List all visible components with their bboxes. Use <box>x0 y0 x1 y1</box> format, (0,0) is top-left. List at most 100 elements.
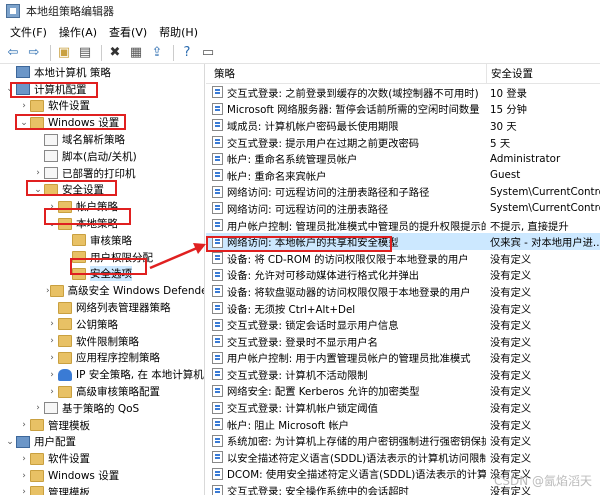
table-row[interactable]: 设备: 无须按 Ctrl+Alt+Del 没有定义 <box>206 300 600 317</box>
tree-node-label: 安全设置 <box>62 184 104 197</box>
table-row[interactable]: 用户帐户控制: 管理员批准模式中管理员的提升权限提示的... 不提示, 直接提升 <box>206 217 600 234</box>
collapsed-chevron-icon[interactable]: › <box>46 370 58 380</box>
expanded-chevron-icon[interactable]: ⌄ <box>4 437 16 447</box>
tree-node-label: 本地策略 <box>76 218 118 231</box>
export-list-icon[interactable]: ⇪ <box>148 44 166 62</box>
menu-file[interactable]: 文件(F) <box>4 24 53 40</box>
policy-cell: 帐户: 重命名系统管理员帐户 <box>206 151 486 166</box>
security-setting-value: System\CurrentContro... <box>490 185 600 198</box>
table-row[interactable]: 网络访问: 可远程访问的注册表路径和子路径 System\CurrentContr… <box>206 184 600 201</box>
policy-cell: 交互式登录: 锁定会话时显示用户信息 <box>206 317 486 332</box>
security-setting-value: 没有定义 <box>490 403 532 416</box>
show-hide-tree-icon[interactable]: ▤ <box>76 44 94 62</box>
table-row[interactable]: 系统加密: 为计算机上存储的用户密钥强制进行强密钥保护 没有定义 <box>206 432 600 449</box>
tree-node[interactable]: › 基于策略的 QoS <box>0 400 204 417</box>
table-row[interactable]: 设备: 将 CD-ROM 的访问权限仅限于本地登录的用户 没有定义 <box>206 250 600 267</box>
table-row[interactable]: 帐户: 阻止 Microsoft 帐户 没有定义 <box>206 416 600 433</box>
expanded-chevron-icon[interactable]: ⌄ <box>46 219 58 229</box>
table-row[interactable]: 帐户: 重命名系统管理员帐户 Administrator <box>206 150 600 167</box>
tree-node[interactable]: › 帐户策略 <box>0 198 204 215</box>
tree-node[interactable]: 审核策略 <box>0 232 204 249</box>
column-header-setting[interactable]: 安全设置 <box>486 64 600 83</box>
tree-node[interactable]: › 应用程序控制策略 <box>0 350 204 367</box>
table-row[interactable]: 域成员: 计算机帐户密码最长使用期限 30 天 <box>206 117 600 134</box>
policy-cell: 交互式登录: 登录时不显示用户名 <box>206 334 486 349</box>
back-arrow-icon[interactable]: ⇦ <box>4 44 22 62</box>
delete-icon[interactable]: ✖ <box>106 44 124 62</box>
collapsed-chevron-icon[interactable]: › <box>46 353 58 363</box>
table-row[interactable]: 交互式登录: 登录时不显示用户名 没有定义 <box>206 333 600 350</box>
tree-node[interactable]: 网络列表管理器策略 <box>0 299 204 316</box>
policy-name: 帐户: 阻止 Microsoft 帐户 <box>227 419 349 432</box>
collapsed-chevron-icon[interactable]: › <box>46 202 58 212</box>
menu-help[interactable]: 帮助(H) <box>153 24 204 40</box>
tree-node[interactable]: ⌄ 用户配置 <box>0 434 204 451</box>
tree-node[interactable]: 安全选项 <box>0 266 204 283</box>
properties-icon[interactable]: ▦ <box>127 44 145 62</box>
tree-node[interactable]: › 管理模板 <box>0 484 204 495</box>
tree-node[interactable]: ⌄ 安全设置 <box>0 182 204 199</box>
menu-view[interactable]: 查看(V) <box>103 24 153 40</box>
toolbar: ⇦ ⇨ ▣ ▤ ✖ ▦ ⇪ ? ▭ <box>0 42 600 64</box>
tree-node[interactable]: ⌄ Windows 设置 <box>0 114 204 131</box>
tree-node[interactable]: › 软件设置 <box>0 450 204 467</box>
tree-node[interactable]: 脚本(启动/关机) <box>0 148 204 165</box>
policy-name: 交互式登录: 计算机帐户锁定阈值 <box>227 403 378 416</box>
forward-arrow-icon[interactable]: ⇨ <box>25 44 43 62</box>
policy-cell: Microsoft 网络服务器: 暂停会话前所需的空闲时间数量 <box>206 101 486 116</box>
up-folder-icon[interactable]: ▣ <box>55 44 73 62</box>
table-row[interactable]: 交互式登录: 之前登录到缓存的次数(域控制器不可用时) 10 登录 <box>206 84 600 101</box>
table-row[interactable]: 网络访问: 本地帐户的共享和安全模型 仅来宾 - 对本地用户进... <box>206 233 600 250</box>
tree-node[interactable]: › 软件限制策略 <box>0 333 204 350</box>
collapsed-chevron-icon[interactable]: › <box>18 471 30 481</box>
tree-node[interactable]: › 公钥策略 <box>0 316 204 333</box>
collapsed-chevron-icon[interactable]: › <box>32 403 44 413</box>
console-icon[interactable]: ▭ <box>199 44 217 62</box>
tree-node[interactable]: 用户权限分配 <box>0 249 204 266</box>
column-header-policy[interactable]: 策略 <box>206 66 486 81</box>
collapsed-chevron-icon[interactable]: › <box>46 336 58 346</box>
expanded-chevron-icon[interactable]: ⌄ <box>4 84 16 94</box>
expanded-chevron-icon[interactable]: ⌄ <box>32 185 44 195</box>
tree-node[interactable]: › 高级审核策略配置 <box>0 383 204 400</box>
tree-node[interactable]: › 软件设置 <box>0 98 204 115</box>
tree-node[interactable]: › Windows 设置 <box>0 467 204 484</box>
table-row[interactable]: 帐户: 重命名来宾帐户 Guest <box>206 167 600 184</box>
expanded-chevron-icon[interactable]: ⌄ <box>18 118 30 128</box>
table-row[interactable]: 交互式登录: 计算机不活动限制 没有定义 <box>206 366 600 383</box>
collapsed-chevron-icon[interactable]: › <box>18 420 30 430</box>
tree-node-label: 软件设置 <box>48 453 90 466</box>
table-row[interactable]: 交互式登录: 锁定会话时显示用户信息 没有定义 <box>206 316 600 333</box>
policy-icon <box>212 434 223 447</box>
table-row[interactable]: 用户帐户控制: 用于内置管理员帐户的管理员批准模式 没有定义 <box>206 350 600 367</box>
table-row[interactable]: Microsoft 网络服务器: 暂停会话前所需的空闲时间数量 15 分钟 <box>206 101 600 118</box>
table-row[interactable]: 网络安全: 配置 Kerberos 允许的加密类型 没有定义 <box>206 383 600 400</box>
tree-node[interactable]: ⌄ 本地策略 <box>0 215 204 232</box>
table-row[interactable]: 网络访问: 可远程访问的注册表路径 System\CurrentContro... <box>206 200 600 217</box>
policy-icon <box>212 484 223 495</box>
collapsed-chevron-icon[interactable]: › <box>32 168 44 178</box>
tree-node[interactable]: › 高级安全 Windows Defende <box>0 282 204 299</box>
help-icon[interactable]: ? <box>178 44 196 62</box>
tree-node[interactable]: 域名解析策略 <box>0 131 204 148</box>
tree-node[interactable]: › IP 安全策略, 在 本地计算机 <box>0 366 204 383</box>
table-row[interactable]: 设备: 将软盘驱动器的访问权限仅限于本地登录的用户 没有定义 <box>206 283 600 300</box>
policy-cell: 交互式登录: 安全操作系统中的会话超时 <box>206 483 486 495</box>
table-row[interactable]: 交互式登录: 计算机帐户锁定阈值 没有定义 <box>206 399 600 416</box>
tree-node-label: IP 安全策略, 在 本地计算机 <box>76 369 204 382</box>
tree-node[interactable]: 本地计算机 策略 <box>0 64 204 81</box>
collapsed-chevron-icon[interactable]: › <box>18 101 30 111</box>
collapsed-chevron-icon[interactable]: › <box>18 487 30 495</box>
collapsed-chevron-icon[interactable]: › <box>46 387 58 397</box>
table-row[interactable]: 设备: 允许对可移动媒体进行格式化并弹出 没有定义 <box>206 267 600 284</box>
policy-icon <box>212 169 223 182</box>
table-row[interactable]: 交互式登录: 提示用户在过期之前更改密码 5 天 <box>206 134 600 151</box>
tree-node[interactable]: › 管理模板 <box>0 417 204 434</box>
table-row[interactable]: 以安全描述符定义语言(SDDL)语法表示的计算机访问限制 没有定义 <box>206 449 600 466</box>
menu-action[interactable]: 操作(A) <box>53 24 103 40</box>
collapsed-chevron-icon[interactable]: › <box>18 454 30 464</box>
tree-node[interactable]: ⌄ 计算机配置 <box>0 81 204 98</box>
folder-icon <box>58 301 72 314</box>
tree-node[interactable]: › 已部署的打印机 <box>0 165 204 182</box>
collapsed-chevron-icon[interactable]: › <box>46 319 58 329</box>
